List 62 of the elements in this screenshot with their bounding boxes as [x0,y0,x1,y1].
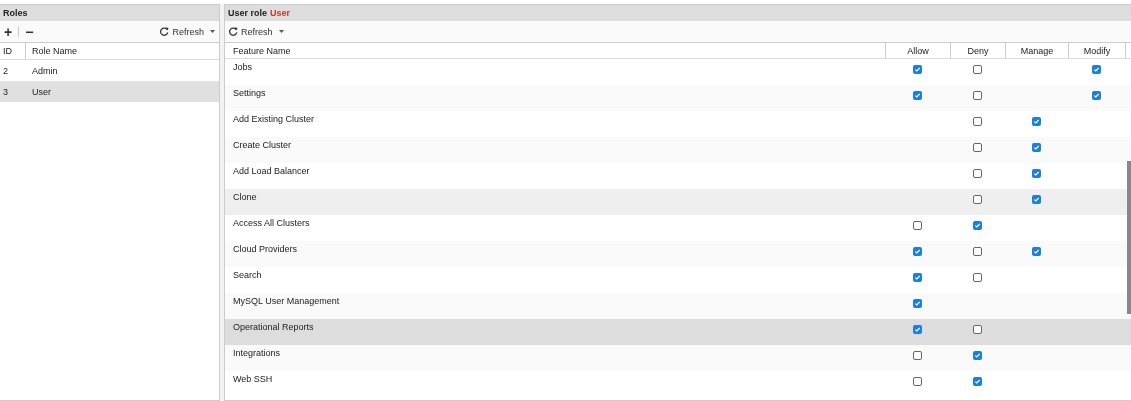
feature-name: MySQL User Management [232,295,341,308]
checkbox[interactable] [973,195,982,204]
checkbox[interactable] [913,299,922,308]
checkbox[interactable] [1032,117,1041,126]
role-row[interactable]: 2 Admin [0,60,219,81]
feature-name: Settings [232,87,267,100]
checkbox[interactable] [913,221,922,230]
checkbox[interactable] [913,325,922,334]
remove-button[interactable]: − [25,24,34,39]
feature-name: Clone [232,191,258,204]
checkbox[interactable] [973,377,982,386]
column-header: Manage [1005,43,1068,58]
feature-name: Web SSH [232,373,274,386]
checkbox[interactable] [973,351,982,360]
refresh-button[interactable]: Refresh [229,26,284,37]
feature-name: Integrations [232,347,282,360]
refresh-icon [160,27,170,36]
column-header: ID [0,43,26,59]
checkbox[interactable] [913,65,922,74]
feature-name: Create Cluster [232,139,293,152]
feature-name: Operational Reports [232,321,315,334]
checkbox[interactable] [1032,195,1041,204]
checkbox[interactable] [973,247,982,256]
add-button[interactable]: + [4,24,13,39]
checkbox[interactable] [973,273,982,282]
checkbox[interactable] [973,91,982,100]
caret-icon [210,30,215,33]
role-name: User [270,8,291,18]
checkbox[interactable] [913,91,922,100]
column-header: Allow [885,43,950,58]
checkbox[interactable] [1032,143,1041,152]
column-header: Modify [1068,43,1125,58]
checkbox[interactable] [1092,91,1101,100]
column-header: Role Name [31,46,78,56]
checkbox[interactable] [973,169,982,178]
scrollbar[interactable] [1127,161,1131,314]
checkbox[interactable] [913,273,922,282]
checkbox[interactable] [1032,247,1041,256]
refresh-icon [229,27,238,36]
column-header: Feature Name [232,44,292,58]
checkbox[interactable] [973,325,982,334]
feature-name: Jobs [232,61,253,74]
panel-title: Roles [0,4,219,21]
feature-name: Add Existing Cluster [232,113,316,126]
feature-name: Search [232,269,263,282]
checkbox[interactable] [973,221,982,230]
column-header: Deny [950,43,1005,58]
checkbox[interactable] [973,65,982,74]
checkbox[interactable] [1032,169,1041,178]
checkbox[interactable] [913,351,922,360]
checkbox[interactable] [913,377,922,386]
feature-name: Access All Clusters [232,217,311,230]
caret-icon [278,30,284,33]
checkbox[interactable] [913,247,922,256]
panel-title: User role [228,8,268,18]
checkbox[interactable] [1092,65,1101,74]
role-row[interactable]: 3 User [0,81,219,102]
checkbox[interactable] [973,143,982,152]
refresh-button[interactable]: Refresh [160,26,215,37]
checkbox[interactable] [973,117,982,126]
feature-name: Cloud Providers [232,243,299,256]
feature-name: Add Load Balancer [232,165,311,178]
